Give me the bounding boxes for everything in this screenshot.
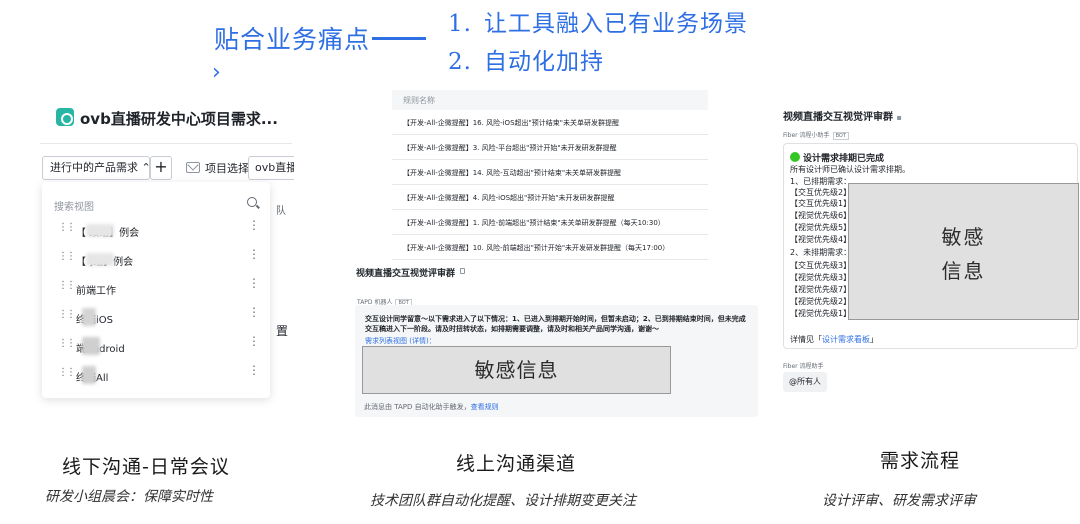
sensitive-info-mask: 敏感信息 xyxy=(362,346,671,394)
drag-handle-icon[interactable]: ⋮⋮ xyxy=(58,281,76,291)
card-line: 【视觉优先级1】 xyxy=(790,309,852,318)
more-icon[interactable]: ⋮ xyxy=(248,364,260,376)
rule-row[interactable]: 【开发-All-企微提醒】16. 风险-iOS超出"预计结束"未关单研发群提醒 xyxy=(392,110,708,135)
view-select[interactable]: 进行中的产品需求 ⌃ xyxy=(42,156,151,180)
rule-row[interactable]: 【开发-All-企微提醒】1. 风险-前端超出"预计结束"未关单研发群提醒（每天… xyxy=(392,210,708,235)
project-logo-icon xyxy=(56,108,74,126)
view-search-input[interactable]: 搜索视图 xyxy=(54,198,94,213)
card-line: 【视觉优先级5】 xyxy=(790,223,852,232)
project-select-label[interactable]: 项目选择 xyxy=(205,160,249,176)
caption-subtitle-2: 技术团队群自动化提醒、设计排期变更关注 xyxy=(370,493,636,509)
message-text: 交互设计同学留意～以下需求进入了以下情况：1、已进入到排期开始时间，但暂未启动；… xyxy=(365,315,746,333)
more-icon[interactable]: ⋮ xyxy=(248,277,260,289)
card-line: 【交互优先级2】 xyxy=(790,188,852,197)
card-line: 【视觉优先级4】 xyxy=(790,235,852,244)
project-tab[interactable]: ovb直播 xyxy=(248,156,294,180)
drag-handle-icon[interactable]: ⋮⋮ xyxy=(58,223,76,233)
status-dot-icon xyxy=(790,152,800,162)
caption-subtitle-1: 研发小组晨会：保障实时性 xyxy=(45,489,213,505)
view-item[interactable]: ⋮⋮ 【 ]组】例会 ⋮ xyxy=(42,247,270,275)
drag-handle-icon[interactable]: ⋮⋮ xyxy=(58,339,76,349)
background-text: 队 xyxy=(276,206,286,217)
view-rule-link[interactable]: 查看规则 xyxy=(471,403,499,411)
header-title: 贴合业务痛点 xyxy=(214,25,371,54)
header-item-2: 2. 自动化加持 xyxy=(448,49,604,75)
mention-all-button[interactable]: @所有人 xyxy=(783,372,827,392)
view-item[interactable]: ⋮⋮ 【 改组】例会 ⋮ xyxy=(42,218,270,246)
drag-handle-icon[interactable]: ⋮⋮ xyxy=(58,368,76,378)
divider xyxy=(40,143,292,144)
card-line: 2、未排期需求： xyxy=(790,248,852,257)
more-icon[interactable]: ⋮ xyxy=(248,335,260,347)
design-board-link[interactable]: 设计需求看板 xyxy=(822,335,870,344)
background-text: 置 xyxy=(276,324,289,338)
view-item[interactable]: ⋮⋮ 端Android ⋮ xyxy=(42,334,270,362)
chevron-right-icon: › xyxy=(212,60,221,85)
detail-line: 详情见「设计需求看板」 xyxy=(790,335,878,344)
bot-name: Fiber 流程小助手 BOT xyxy=(783,130,849,140)
header-dash xyxy=(372,37,426,40)
card-line: 所有设计师已确认设计需求排期。 xyxy=(790,165,910,174)
lock-icon xyxy=(460,268,465,274)
drag-handle-icon[interactable]: ⋮⋮ xyxy=(58,252,76,262)
card-line: 【视觉优先级2】 xyxy=(790,297,852,306)
view-item[interactable]: ⋮⋮ 终端All ⋮ xyxy=(42,363,270,391)
rules-table-header xyxy=(392,90,708,110)
sensitive-info-mask: 敏感信息 xyxy=(848,183,1079,320)
drag-handle-icon[interactable]: ⋮⋮ xyxy=(58,310,76,320)
card-line: 1、已排期需求： xyxy=(790,177,852,186)
rule-row[interactable]: 【开发-All-企微提醒】3. 风险-平台超出"预计开始"未开发研发群提醒 xyxy=(392,135,708,160)
card-title: 设计需求排期已完成 xyxy=(790,151,884,164)
bot-tag: BOT xyxy=(832,132,849,140)
helper-name: Fiber 流程助手 xyxy=(783,363,824,370)
more-icon[interactable]: ⋮ xyxy=(248,248,260,260)
header-item-1: 1. 让工具融入已有业务场景 xyxy=(448,11,748,37)
card-line: 【交互优先级1】 xyxy=(790,199,852,208)
project-title: ovb直播研发中心项目需求... xyxy=(80,110,278,128)
search-icon[interactable] xyxy=(247,197,257,207)
more-icon[interactable]: ⋮ xyxy=(248,219,260,231)
card-line: 【视觉优先级6】 xyxy=(790,211,852,220)
rule-row[interactable]: 【开发-All-企微提醒】14. 风险-互动超出"预计结束"未关单研发群提醒 xyxy=(392,160,708,185)
card-line: 【交互优先级3】 xyxy=(790,261,852,270)
rule-row[interactable]: 【开发-All-企微提醒】4. 风险-iOS超出"预计开始"未开发研发群提醒 xyxy=(392,185,708,210)
add-view-button[interactable]: + xyxy=(150,156,172,180)
more-icon[interactable]: ⋮ xyxy=(248,306,260,318)
lock-icon: ▪ xyxy=(896,113,902,122)
group-name: 视频直播交互视觉评审群 ▪ xyxy=(783,112,902,123)
rule-row[interactable]: 【开发-All-企微提醒】10. 风险-前端超出"预计开始"未开发研发群提醒（每… xyxy=(392,235,708,260)
message-footer: 此消息由 TAPD 自动化助手触发，查看规则 xyxy=(364,403,499,411)
view-item[interactable]: ⋮⋮ 终端iOS ⋮ xyxy=(42,305,270,333)
caption-title-3: 需求流程 xyxy=(880,450,961,472)
requirement-list-link[interactable]: 需求列表视图 (详情)： xyxy=(365,336,436,346)
rules-column-header: 规则名称 xyxy=(403,96,435,105)
caption-title-2: 线上沟通渠道 xyxy=(456,453,577,475)
mail-icon xyxy=(186,162,200,173)
card-line: 【视觉优先级3】 xyxy=(790,273,852,282)
caption-title-1: 线下沟通-日常会议 xyxy=(62,456,230,478)
view-item[interactable]: ⋮⋮ 前端工作 ⋮ xyxy=(42,276,270,304)
group-name: 视频直播交互视觉评审群 xyxy=(356,269,456,279)
caption-subtitle-3: 设计评审、研发需求评审 xyxy=(822,493,976,509)
card-line: 【视觉优先级7】 xyxy=(790,285,852,294)
